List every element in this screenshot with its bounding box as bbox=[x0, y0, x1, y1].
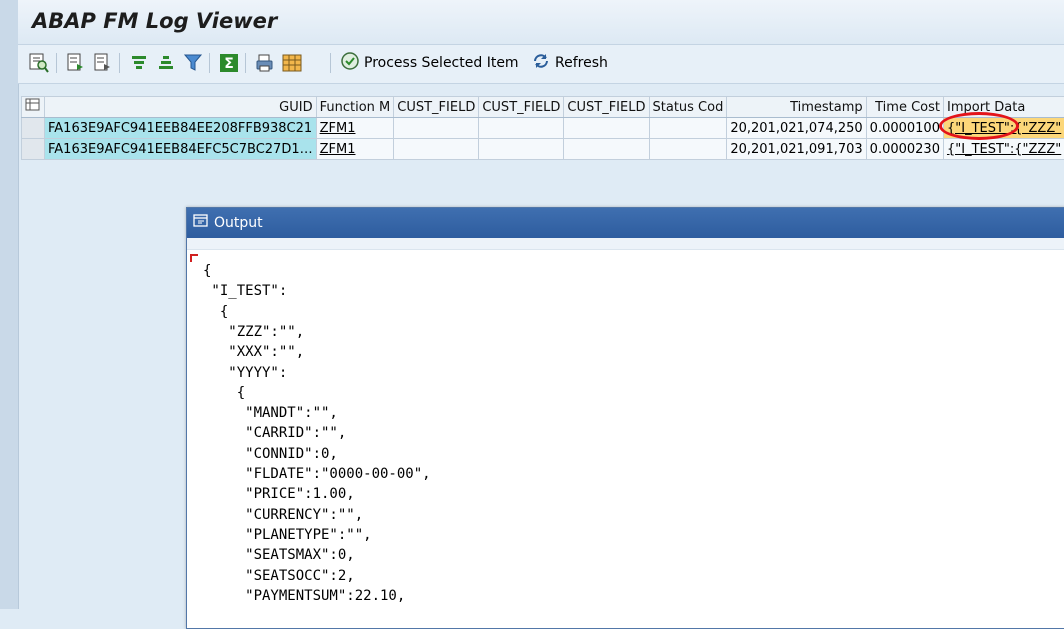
process-icon bbox=[339, 50, 361, 76]
function-link[interactable]: ZFM1 bbox=[316, 139, 394, 160]
json-line: { bbox=[203, 385, 245, 401]
json-line: "I_TEST": bbox=[203, 283, 287, 299]
toolbar-separator bbox=[209, 53, 210, 73]
column-header-status[interactable]: Status Cod bbox=[649, 97, 727, 118]
column-header-function[interactable]: Function M bbox=[316, 97, 394, 118]
json-line: "XXX":"", bbox=[203, 344, 304, 360]
process-selected-item-button[interactable]: Process Selected Item bbox=[339, 52, 519, 74]
left-edge bbox=[0, 0, 19, 609]
json-line: "MANDT":"", bbox=[203, 405, 338, 421]
json-line: "YYYY": bbox=[203, 365, 287, 381]
print-icon[interactable] bbox=[254, 52, 276, 74]
refresh-label: Refresh bbox=[555, 55, 608, 71]
title-bar: ABAP FM Log Viewer bbox=[18, 0, 1064, 45]
time-cost-cell: 0.0000100 bbox=[866, 118, 943, 139]
cust-field-2-cell bbox=[479, 118, 564, 139]
svg-text:Σ: Σ bbox=[224, 56, 234, 72]
cursor-corner-marker bbox=[190, 254, 198, 262]
row-selector[interactable] bbox=[22, 139, 45, 160]
import-data-link[interactable]: {"I_TEST":{"ZZZ" bbox=[943, 139, 1064, 160]
column-header-cust-field-3[interactable]: CUST_FIELD bbox=[564, 97, 649, 118]
layout-settings-icon[interactable] bbox=[22, 97, 45, 118]
json-line: "PRICE":1.00, bbox=[203, 486, 355, 502]
toolbar-separator bbox=[119, 53, 120, 73]
json-line: "CARRID":"", bbox=[203, 425, 346, 441]
import-data-text[interactable]: {"I_TEST":{"ZZZ" bbox=[947, 142, 1061, 157]
time-cost-cell: 0.0000230 bbox=[866, 139, 943, 160]
export-icon[interactable] bbox=[65, 52, 87, 74]
details-icon[interactable] bbox=[28, 52, 50, 74]
filter-icon[interactable] bbox=[182, 52, 204, 74]
alv-grid: GUID Function M CUST_FIELD CUST_FIELD CU… bbox=[21, 96, 1064, 160]
cust-field-1-cell bbox=[394, 139, 479, 160]
json-line: "PAYMENTSUM":22.10, bbox=[203, 588, 405, 604]
output-window-icon bbox=[193, 214, 209, 232]
output-dialog: Output { "I_TEST": { "ZZZ":"", "XXX":"",… bbox=[186, 207, 1064, 629]
timestamp-cell: 20,201,021,074,250 bbox=[727, 118, 866, 139]
json-line: { bbox=[203, 263, 211, 279]
function-link-text[interactable]: ZFM1 bbox=[320, 121, 356, 136]
toolbar-separator bbox=[330, 53, 331, 73]
sum-icon[interactable]: Σ bbox=[218, 52, 240, 74]
column-header-guid[interactable]: GUID bbox=[45, 97, 317, 118]
annotation-circle bbox=[939, 112, 1019, 140]
sort-descending-icon[interactable] bbox=[155, 52, 177, 74]
json-line: "SEATSOCC":2, bbox=[203, 568, 355, 584]
grid-header-row: GUID Function M CUST_FIELD CUST_FIELD CU… bbox=[22, 97, 1064, 118]
refresh-icon bbox=[530, 50, 552, 76]
json-line: "PLANETYPE":"", bbox=[203, 527, 372, 543]
json-line: "CURRENCY":"", bbox=[203, 507, 363, 523]
toolbar-separator bbox=[56, 53, 57, 73]
status-cell bbox=[649, 139, 727, 160]
json-line: "ZZZ":"", bbox=[203, 324, 304, 340]
sort-ascending-icon[interactable] bbox=[128, 52, 150, 74]
column-header-cust-field-1[interactable]: CUST_FIELD bbox=[394, 97, 479, 118]
output-dialog-title: Output bbox=[214, 215, 263, 231]
guid-cell: FA163E9AFC941EEB84EE208FFB938C21 bbox=[45, 118, 317, 139]
print-preview-icon[interactable] bbox=[92, 52, 114, 74]
refresh-button[interactable]: Refresh bbox=[530, 52, 608, 74]
process-selected-item-label: Process Selected Item bbox=[364, 55, 519, 71]
output-dialog-subbar bbox=[187, 238, 1064, 250]
column-header-timestamp[interactable]: Timestamp bbox=[727, 97, 866, 118]
output-dialog-header[interactable]: Output bbox=[187, 208, 1064, 238]
json-line: { bbox=[203, 304, 228, 320]
cust-field-2-cell bbox=[479, 139, 564, 160]
timestamp-cell: 20,201,021,091,703 bbox=[727, 139, 866, 160]
layout-grid-icon[interactable] bbox=[281, 52, 303, 74]
json-line: "CONNID":0, bbox=[203, 446, 338, 462]
app-title: ABAP FM Log Viewer bbox=[32, 9, 277, 33]
guid-cell: FA163E9AFC941EEB84EFC5C7BC27D1… bbox=[45, 139, 317, 160]
json-line: "FLDATE":"0000-00-00", bbox=[203, 466, 431, 482]
column-header-cust-field-2[interactable]: CUST_FIELD bbox=[479, 97, 564, 118]
cust-field-1-cell bbox=[394, 118, 479, 139]
table-row[interactable]: FA163E9AFC941EEB84EFC5C7BC27D1… ZFM1 20,… bbox=[22, 139, 1064, 160]
row-selector[interactable] bbox=[22, 118, 45, 139]
application-toolbar: Σ Process Selected Item Refresh bbox=[18, 45, 1064, 84]
json-line: "SEATSMAX":0, bbox=[203, 547, 355, 563]
status-cell bbox=[649, 118, 727, 139]
cust-field-3-cell bbox=[564, 139, 649, 160]
column-header-time-cost[interactable]: Time Cost bbox=[866, 97, 943, 118]
function-link-text[interactable]: ZFM1 bbox=[320, 142, 356, 157]
toolbar-separator bbox=[245, 53, 246, 73]
cust-field-3-cell bbox=[564, 118, 649, 139]
table-row[interactable]: FA163E9AFC941EEB84EE208FFB938C21 ZFM1 20… bbox=[22, 118, 1064, 139]
function-link[interactable]: ZFM1 bbox=[316, 118, 394, 139]
